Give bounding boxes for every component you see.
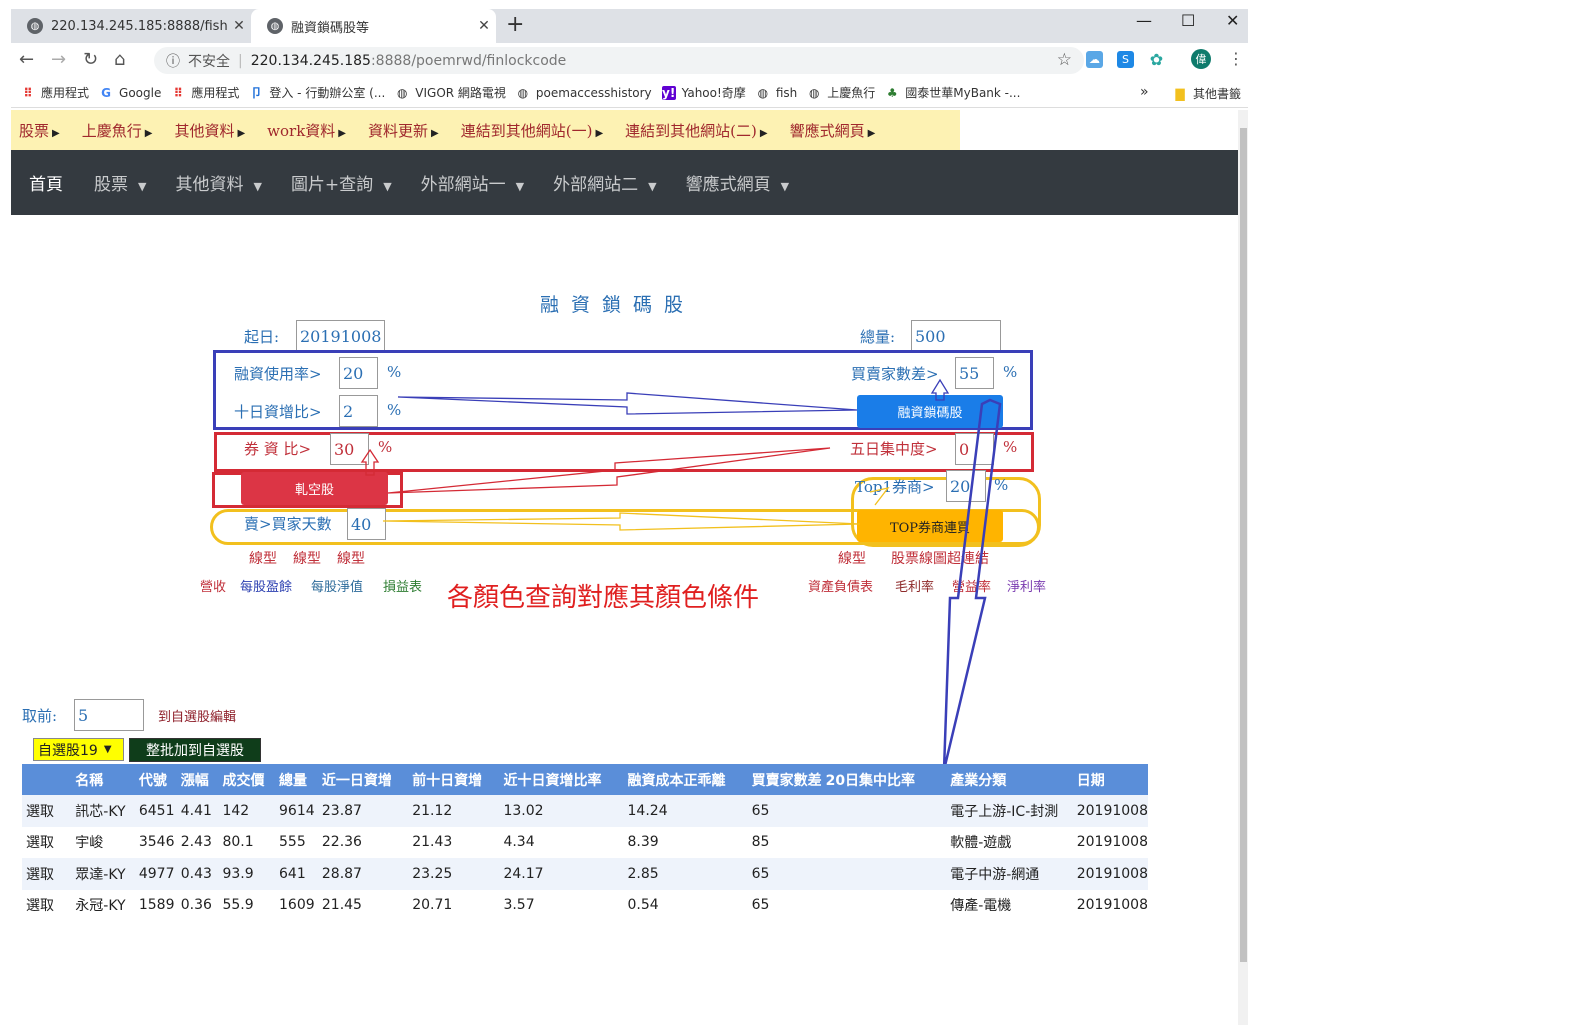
cell-buysell-diff: 65 <box>751 897 770 914</box>
take-first-input[interactable]: 5 <box>74 699 144 731</box>
col-header: 20日集中比率 <box>821 764 947 795</box>
table-row: 選取 宇峻 3546 2.43 80.1 555 22.36 21.43 4.34 8.39 85 軟… <box>22 827 1148 859</box>
col-header: 成交價 <box>218 764 276 795</box>
cell-prev10-increase: 20.71 <box>412 897 453 914</box>
cell-buysell-diff: 65 <box>747 858 822 890</box>
cell-ten-day-ratio: 3.57 <box>503 897 535 914</box>
cell-day1-increase: 28.87 <box>317 858 409 890</box>
col-header: 融資成本正乖離 <box>623 764 748 795</box>
cell-date: 20191008 <box>1076 897 1148 914</box>
table-row: 選取 永冠-KY 1589 0.36 55.9 1609 21.45 20.71 3.57 0.5… <box>22 890 1148 922</box>
cell-industry: 傳產-電機 <box>950 898 1012 915</box>
cell-change-pct: 4.41 <box>176 795 219 827</box>
col-header <box>22 764 72 795</box>
cell-select-link[interactable]: 選取 <box>22 858 72 890</box>
cell-industry: 電子上游-IC-封測 <box>946 795 1073 827</box>
col-header: 漲幅 <box>176 764 219 795</box>
cell-stock-code: 4977 <box>134 858 177 890</box>
cell-buysell-diff: 65 <box>747 795 822 827</box>
blue-arrow <box>397 392 858 415</box>
table-row: 選取 眾達-KY 4977 0.43 93.9 641 28.87 23.25 24.17 2.8… <box>22 858 1148 890</box>
blue-up-arrow <box>930 378 950 401</box>
yellow-arrow <box>382 512 861 531</box>
cell-cost-deviation: 0.54 <box>627 897 659 914</box>
batch-add-button[interactable]: 整批加到自選股 <box>129 738 261 762</box>
cell-20day-concentration <box>821 795 947 827</box>
cell-select-link[interactable]: 選取 <box>22 890 71 922</box>
cell-prev10-increase: 23.25 <box>408 858 500 890</box>
cell-price: 93.9 <box>218 858 276 890</box>
col-header: 近一日資增 <box>317 764 409 795</box>
col-header: 日期 <box>1072 764 1148 795</box>
blue-down-arrow <box>942 398 1002 771</box>
cell-ten-day-ratio: 13.02 <box>499 795 624 827</box>
red-arrow <box>387 447 831 494</box>
cell-prev10-increase: 21.43 <box>412 834 453 851</box>
col-header: 總量 <box>275 764 318 795</box>
cell-buysell-diff: 85 <box>751 834 770 851</box>
cell-date: 20191008 <box>1072 858 1148 890</box>
cell-change-pct: 0.43 <box>176 858 219 890</box>
cell-day1-increase: 23.87 <box>317 795 409 827</box>
cell-20day-concentration <box>822 827 947 859</box>
cell-cost-deviation: 2.85 <box>623 858 748 890</box>
cell-date: 20191008 <box>1072 795 1148 827</box>
cell-volume: 641 <box>275 858 318 890</box>
watchlist-select-value: 自選股19 <box>38 742 98 759</box>
col-header: 代號 <box>134 764 177 795</box>
cell-change-pct: 2.43 <box>180 834 212 851</box>
col-header: 近十日資增比率 <box>499 764 624 795</box>
col-header: 買賣家數差 <box>747 764 822 795</box>
cell-price: 55.9 <box>222 897 254 914</box>
cell-stock-name: 訊芯-KY <box>71 795 135 827</box>
cell-industry: 軟體-遊戲 <box>950 835 1012 852</box>
red-up-arrow <box>360 448 380 476</box>
cell-price: 80.1 <box>222 834 254 851</box>
cell-price: 142 <box>218 795 276 827</box>
cell-volume: 9614 <box>275 795 318 827</box>
cell-ten-day-ratio: 24.17 <box>499 858 624 890</box>
watchlist-select[interactable]: 自選股19 ▼ <box>33 738 124 761</box>
yellow-small-arrow <box>869 486 890 506</box>
take-first-label: 取前: <box>22 707 58 725</box>
table-row: 選取 訊芯-KY 6451 4.41 142 9614 23.87 21.12 13.02 14.… <box>22 795 1148 827</box>
cell-stock-code: 3546 <box>138 834 175 851</box>
cell-ten-day-ratio: 4.34 <box>503 834 535 851</box>
chevron-down-icon: ▼ <box>103 744 112 755</box>
cell-stock-name: 眾達-KY <box>71 858 135 890</box>
cell-20day-concentration <box>822 890 947 922</box>
cell-volume: 1609 <box>279 897 315 914</box>
results-table: 名稱 代號 漲幅 成交價 總量 近一日資增 前十日資增 近十日資增比率 融資成本… <box>22 764 1148 921</box>
cell-stock-code: 1589 <box>138 897 175 914</box>
cell-select-link[interactable]: 選取 <box>22 795 72 827</box>
cell-day1-increase: 22.36 <box>321 834 362 851</box>
table-header-row: 名稱 代號 漲幅 成交價 總量 近一日資增 前十日資增 近十日資增比率 融資成本… <box>22 764 1148 795</box>
col-header: 產業分類 <box>946 764 1073 795</box>
watchlist-edit-link[interactable]: 到自選股編輯 <box>158 706 236 725</box>
cell-volume: 555 <box>279 834 306 851</box>
cell-cost-deviation: 8.39 <box>627 834 659 851</box>
cell-prev10-increase: 21.12 <box>408 795 500 827</box>
cell-20day-concentration <box>821 858 947 890</box>
cell-stock-code: 6451 <box>134 795 177 827</box>
cell-date: 20191008 <box>1076 834 1148 851</box>
cell-select-link[interactable]: 選取 <box>22 827 71 859</box>
cell-stock-name: 宇峻 <box>75 835 104 852</box>
col-header: 前十日資增 <box>408 764 500 795</box>
cell-day1-increase: 21.45 <box>321 897 362 914</box>
cell-industry: 電子中游-網通 <box>946 858 1073 890</box>
col-header: 名稱 <box>71 764 135 795</box>
cell-change-pct: 0.36 <box>180 897 212 914</box>
cell-cost-deviation: 14.24 <box>623 795 748 827</box>
cell-stock-name: 永冠-KY <box>75 898 126 915</box>
